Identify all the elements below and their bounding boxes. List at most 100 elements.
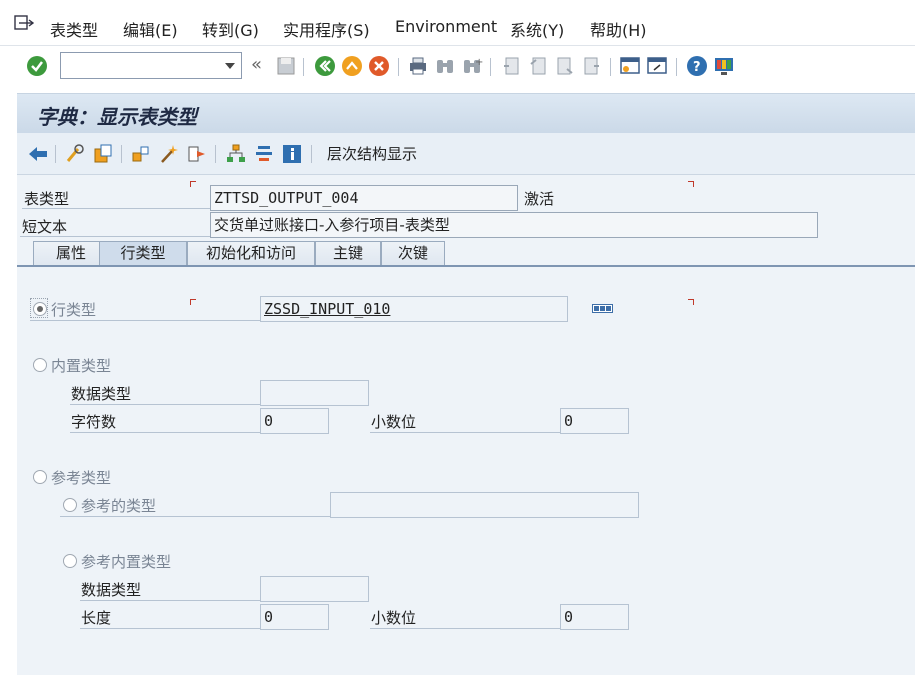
decimals-value: 0 — [564, 412, 574, 430]
separator — [610, 58, 611, 76]
next-page-icon[interactable] — [554, 55, 576, 77]
group-corner — [688, 181, 694, 187]
command-field[interactable] — [60, 52, 242, 79]
short-text-value: 交货单过账接口-入参行项目-表类型 — [214, 216, 450, 234]
chars-value: 0 — [264, 412, 274, 430]
group-corner — [190, 299, 196, 305]
information-icon[interactable] — [281, 143, 303, 165]
reference-type-radio[interactable] — [33, 470, 47, 484]
group-corner — [190, 181, 196, 187]
tab-secondary-key[interactable]: 次键 — [381, 241, 445, 266]
exit-icon[interactable] — [341, 55, 363, 77]
menu-goto[interactable]: 转到(G) — [202, 17, 259, 41]
data-type-field[interactable] — [260, 380, 369, 406]
menu-table-type[interactable]: 表类型 — [50, 17, 98, 41]
save-icon[interactable] — [275, 55, 297, 77]
help-icon[interactable]: ? — [686, 55, 708, 77]
decimals-label: 小数位 — [371, 413, 417, 431]
label-underline — [22, 208, 210, 209]
back-arrow-icon[interactable] — [27, 143, 49, 165]
table-type-field[interactable]: ZTTSD_OUTPUT_004 — [210, 185, 518, 211]
row-type-radio[interactable] — [33, 302, 47, 316]
chevron-down-icon[interactable] — [225, 63, 235, 69]
tab-attributes[interactable]: 属性 — [33, 241, 109, 266]
label-underline — [30, 320, 260, 321]
tab-label: 属性 — [55, 244, 86, 262]
menu-system[interactable]: 系统(Y) — [510, 17, 564, 41]
display-change-icon[interactable] — [64, 143, 86, 165]
ref-decimals-value: 0 — [564, 608, 574, 626]
structure-icon[interactable] — [592, 304, 613, 313]
hierarchy-icon[interactable] — [225, 143, 247, 165]
table-type-value: ZTTSD_OUTPUT_004 — [214, 189, 359, 207]
separator — [215, 145, 216, 163]
enter-icon[interactable] — [26, 55, 48, 77]
activate-icon[interactable] — [158, 143, 180, 165]
last-page-icon[interactable] — [581, 55, 603, 77]
ref-builtin-radio[interactable] — [63, 554, 77, 568]
label-underline — [20, 236, 210, 237]
length-field[interactable]: 0 — [260, 604, 329, 630]
tab-underline — [17, 265, 915, 267]
separator — [490, 58, 491, 76]
menu-utilities[interactable]: 实用程序(S) — [283, 17, 370, 41]
separator — [676, 58, 677, 76]
ref-data-type-field[interactable] — [260, 576, 369, 602]
tab-label: 初始化和访问 — [205, 244, 296, 262]
shortcut-icon[interactable] — [646, 55, 668, 77]
separator — [121, 145, 122, 163]
menu-icon[interactable] — [14, 15, 34, 31]
label-underline — [80, 628, 260, 629]
tab-line-type[interactable]: 行类型 — [99, 241, 187, 266]
prev-page-icon[interactable] — [527, 55, 549, 77]
page-title: 字典：显示表类型 — [37, 105, 197, 129]
menu-help[interactable]: 帮助(H) — [590, 17, 647, 41]
tab-strip: 属性 行类型 初始化和访问 主键 次键 — [17, 241, 915, 267]
ref-builtin-label: 参考内置类型 — [81, 553, 172, 571]
ref-type-radio[interactable] — [63, 498, 77, 512]
find-icon[interactable] — [434, 55, 456, 77]
ref-type-field[interactable] — [330, 492, 639, 518]
tab-primary-key[interactable]: 主键 — [315, 241, 381, 266]
chars-field[interactable]: 0 — [260, 408, 329, 434]
collapse-icon[interactable]: « — [251, 54, 262, 75]
label-underline — [70, 432, 260, 433]
short-text-field[interactable]: 交货单过账接口-入参行项目-表类型 — [210, 212, 818, 238]
row-type-field[interactable]: ZSSD_INPUT_010 — [260, 296, 568, 322]
label-underline — [370, 628, 560, 629]
menu-environment[interactable]: Environment — [395, 17, 497, 36]
short-text-label: 短文本 — [22, 218, 68, 236]
separator — [55, 145, 56, 163]
row-type-value: ZSSD_INPUT_010 — [264, 300, 391, 318]
first-page-icon[interactable] — [500, 55, 522, 77]
cancel-icon[interactable] — [368, 55, 390, 77]
builtin-type-radio[interactable] — [33, 358, 47, 372]
label-underline — [60, 516, 330, 517]
group-corner — [688, 299, 694, 305]
find-next-icon[interactable]: + — [461, 55, 483, 77]
where-used-icon[interactable] — [186, 143, 208, 165]
check-icon[interactable] — [130, 143, 152, 165]
other-object-icon[interactable] — [92, 143, 114, 165]
customize-icon[interactable] — [713, 55, 735, 77]
svg-text:+: + — [475, 57, 483, 68]
ref-decimals-field[interactable]: 0 — [560, 604, 629, 630]
decimals-field[interactable]: 0 — [560, 408, 629, 434]
hierarchy-display-button[interactable]: 层次结构显示 — [327, 143, 417, 164]
data-type-label: 数据类型 — [71, 385, 132, 403]
tab-init-access[interactable]: 初始化和访问 — [187, 241, 315, 266]
new-session-icon[interactable] — [619, 55, 641, 77]
status-label: 激活 — [524, 190, 555, 208]
application-toolbar: 层次结构显示 — [17, 133, 915, 175]
separator — [311, 145, 312, 163]
label-underline — [370, 432, 560, 433]
back-icon[interactable] — [314, 55, 336, 77]
tab-label: 次键 — [397, 244, 428, 262]
technical-settings-icon[interactable] — [253, 143, 275, 165]
title-bar: 字典：显示表类型 — [17, 93, 915, 133]
separator — [398, 58, 399, 76]
label-underline — [70, 404, 260, 405]
menu-edit[interactable]: 编辑(E) — [123, 17, 178, 41]
print-icon[interactable] — [407, 55, 429, 77]
length-value: 0 — [264, 608, 274, 626]
